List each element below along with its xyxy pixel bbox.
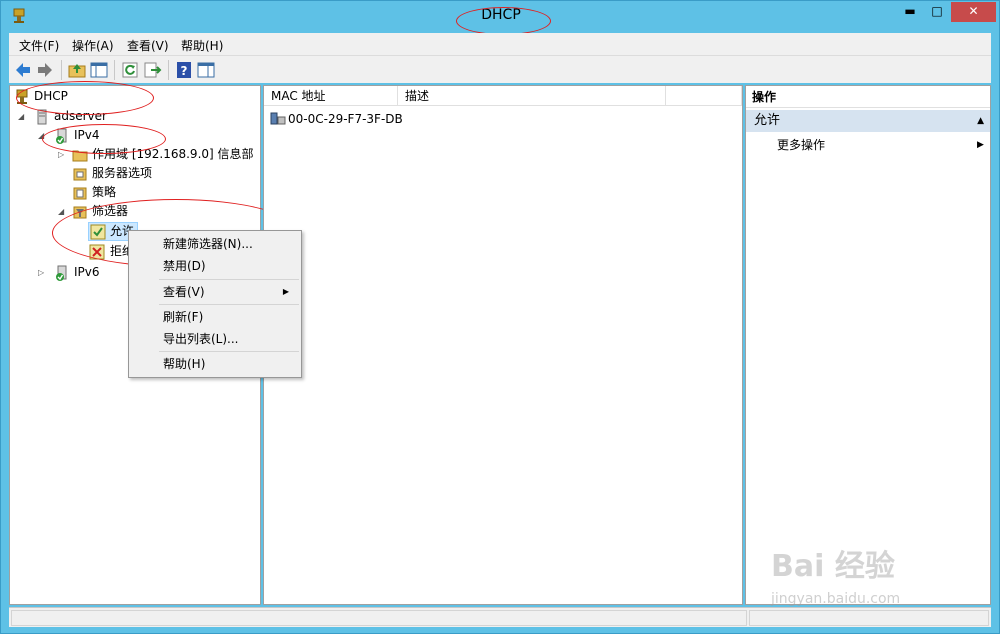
minimize-button[interactable]: ▬ [897,2,923,22]
context-item-disable[interactable]: 禁用(D) [163,256,206,276]
tree-label-ipv6: IPv6 [74,265,100,279]
context-item-view-label: 查看(V) [163,285,205,299]
title-bar[interactable]: DHCP ▬ □ ✕ [1,1,1000,35]
collapse-icon[interactable]: ◢ [18,107,28,126]
context-item-new-filter[interactable]: 新建筛选器(N)... [163,234,253,254]
toolbar: ? [9,55,991,83]
context-item-refresh[interactable]: 刷新(F) [163,307,203,327]
dhcp-window: DHCP ▬ □ ✕ 文件(F) 操作(A) 查看(V) 帮助(H) ? DHC… [0,0,1000,634]
toolbar-separator [114,60,115,80]
forward-icon[interactable] [35,60,55,80]
tree-label-server-options: 服务器选项 [92,166,153,180]
context-item-help[interactable]: 帮助(H) [163,354,205,374]
up-folder-icon[interactable] [67,60,87,80]
annotation-ellipse-dhcp [16,81,154,115]
server-options-icon [73,168,87,181]
submenu-arrow-icon: ▶ [282,287,289,296]
refresh-icon[interactable] [120,60,140,80]
baidu-watermark-url: jingyan.baidu.com [771,591,901,607]
menu-view[interactable]: 查看(V) [127,37,169,54]
actions-section-label: 允许 [754,113,781,128]
close-button[interactable]: ✕ [951,2,996,22]
baidu-watermark-logo: Bai 经验 [771,549,895,584]
status-cell [11,610,747,626]
status-cell [749,610,989,626]
column-header-filler [666,86,742,106]
context-separator [159,304,299,305]
svg-text:?: ? [181,64,188,78]
show-action-pane-icon[interactable] [196,60,216,80]
network-adapter-icon [270,112,286,125]
submenu-arrow-icon: ▶ [977,140,984,150]
column-header-mac[interactable]: MAC 地址 [264,86,398,106]
context-separator [159,279,299,280]
context-menu: 新建筛选器(N)... 禁用(D) 查看(V) ▶ 刷新(F) 导出列表(L).… [128,230,302,378]
back-icon[interactable] [13,60,33,80]
tree-label-policies: 策略 [92,185,117,199]
context-separator [159,351,299,352]
help-icon[interactable]: ? [174,60,194,80]
menu-action[interactable]: 操作(A) [72,37,114,54]
actions-header: 操作 [746,86,990,108]
action-more-label: 更多操作 [777,138,826,152]
mac-address-cell: 00-0C-29-F7-3F-DB [288,112,403,126]
context-item-export-list[interactable]: 导出列表(L)... [163,329,239,349]
list-pane: MAC 地址 描述 00-0C-29-F7-3F-DB [263,85,743,605]
menu-bar: 文件(F) 操作(A) 查看(V) 帮助(H) [9,33,991,55]
annotation-ellipse-ipv4 [42,124,166,154]
show-tree-icon[interactable] [89,60,109,80]
toolbar-separator [61,60,62,80]
ipv6-icon [56,265,67,281]
actions-pane: 操作 允许 ▲ 更多操作 ▶ [745,85,991,605]
annotation-ellipse-title [456,7,551,35]
menu-file[interactable]: 文件(F) [19,37,59,54]
maximize-button[interactable]: □ [924,2,950,22]
context-item-view[interactable]: 查看(V) ▶ [163,282,299,302]
expand-icon[interactable]: ▷ [38,263,48,282]
menu-help[interactable]: 帮助(H) [181,37,223,54]
column-header-description[interactable]: 描述 [398,86,666,106]
policies-icon [73,187,87,200]
toolbar-separator [168,60,169,80]
tree-item-server-options[interactable]: 服务器选项 [72,164,252,183]
actions-section-allow[interactable]: 允许 ▲ [746,110,990,132]
status-bar [9,607,991,627]
action-more-actions[interactable]: 更多操作 ▶ [777,136,987,154]
export-icon[interactable] [142,60,162,80]
collapse-up-icon[interactable]: ▲ [977,110,984,132]
